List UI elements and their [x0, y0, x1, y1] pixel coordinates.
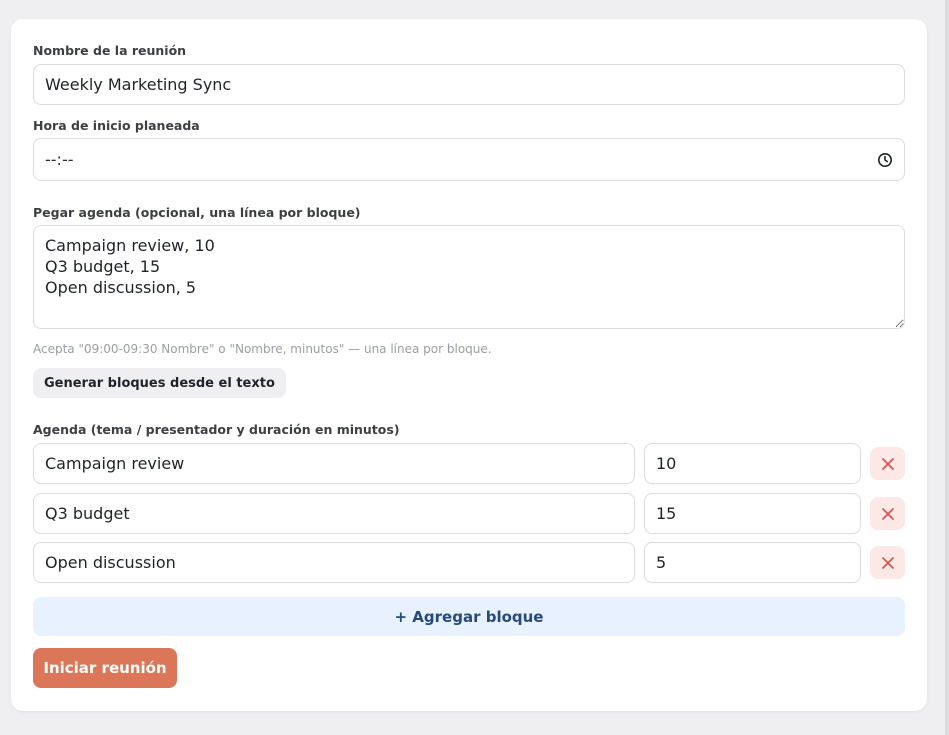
- agenda-minutes-input[interactable]: [644, 493, 861, 534]
- window-edge: [945, 0, 949, 735]
- close-icon: [881, 457, 894, 470]
- start-time-value: --:--: [45, 150, 74, 169]
- start-meeting-button[interactable]: Iniciar reunión: [33, 648, 177, 688]
- agenda-row: [33, 493, 905, 534]
- generate-blocks-button[interactable]: Generar bloques desde el texto: [33, 368, 286, 398]
- start-time-label: Hora de inicio planeada: [33, 118, 200, 133]
- delete-block-button[interactable]: [870, 497, 905, 530]
- delete-block-button[interactable]: [870, 447, 905, 480]
- meeting-name-label: Nombre de la reunión: [33, 43, 187, 58]
- agenda-row: [33, 542, 905, 583]
- agenda-label: Agenda (tema / presentador y duración en…: [33, 422, 400, 437]
- clock-icon[interactable]: [877, 152, 893, 168]
- close-icon: [881, 556, 894, 569]
- agenda-topic-input[interactable]: [33, 493, 635, 534]
- paste-agenda-label: Pegar agenda (opcional, una línea por bl…: [33, 205, 361, 220]
- agenda-topic-input[interactable]: [33, 542, 635, 583]
- agenda-minutes-input[interactable]: [644, 542, 861, 583]
- add-block-button[interactable]: + Agregar bloque: [33, 597, 905, 636]
- close-icon: [881, 507, 894, 520]
- agenda-row: [33, 443, 905, 484]
- paste-agenda-textarea[interactable]: Campaign review, 10 Q3 budget, 15 Open d…: [33, 225, 905, 329]
- paste-agenda-hint: Acepta "09:00-09:30 Nombre" o "Nombre, m…: [33, 342, 492, 356]
- start-time-input[interactable]: --:--: [33, 138, 905, 181]
- delete-block-button[interactable]: [870, 546, 905, 579]
- agenda-minutes-input[interactable]: [644, 443, 861, 484]
- meeting-form-card: Nombre de la reunión Hora de inicio plan…: [11, 19, 927, 711]
- meeting-name-input[interactable]: [33, 64, 905, 105]
- agenda-topic-input[interactable]: [33, 443, 635, 484]
